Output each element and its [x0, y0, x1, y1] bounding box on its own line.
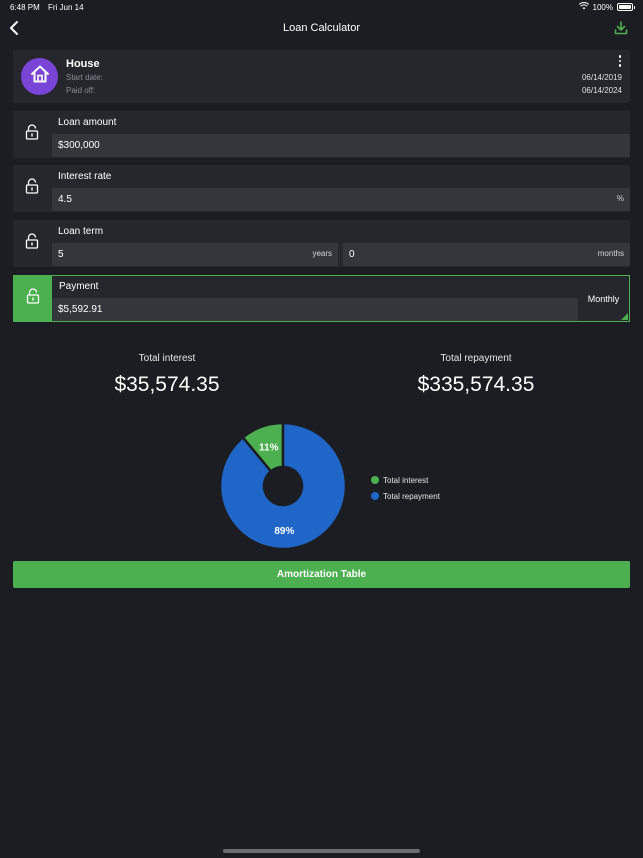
total-repayment-label: Total repayment — [440, 353, 512, 364]
unlock-icon — [25, 178, 39, 199]
total-interest-value: $35,574.35 — [114, 373, 220, 396]
legend-label-interest: Total interest — [383, 475, 429, 485]
lock-toggle-loan-amount[interactable] — [13, 111, 51, 158]
nav-bar: Loan Calculator — [0, 16, 643, 44]
loan-name: House — [66, 58, 100, 70]
legend-dot-interest — [371, 476, 379, 484]
interest-rate-input[interactable]: 4.5 % — [52, 188, 630, 211]
lock-toggle-interest-rate[interactable] — [13, 165, 51, 212]
pie-label-interest: 11% — [259, 442, 279, 453]
interest-rate-label: Interest rate — [58, 171, 112, 182]
home-indicator — [223, 849, 420, 853]
unlock-icon — [25, 233, 39, 254]
amortization-table-button[interactable]: Amortization Table — [13, 561, 630, 588]
legend-dot-repayment — [371, 492, 379, 500]
chart-legend: Total interest Total repayment — [371, 472, 440, 504]
pie-label-repayment: 89% — [274, 526, 294, 537]
loan-amount-label: Loan amount — [58, 117, 117, 128]
status-bar: 6:48 PM Fri Jun 14 100% — [0, 0, 643, 16]
wifi-icon — [578, 2, 589, 12]
dropdown-corner-icon — [621, 313, 628, 320]
percent-unit: % — [616, 194, 624, 203]
house-icon — [29, 63, 51, 90]
avatar — [21, 58, 58, 95]
paid-off-value: 06/14/2024 — [581, 86, 622, 95]
loan-amount-input[interactable]: $300,000 — [52, 134, 630, 157]
paid-off-label: Paid off: — [66, 86, 96, 95]
status-time: 6:48 PM — [10, 3, 40, 12]
total-repayment-value: $335,574.35 — [417, 373, 535, 396]
years-unit: years — [312, 249, 332, 258]
download-icon — [614, 20, 628, 40]
battery-icon — [617, 3, 635, 11]
battery-percent: 100% — [592, 2, 613, 12]
more-options-button[interactable] — [614, 54, 626, 68]
legend-item-interest: Total interest — [371, 472, 440, 488]
loan-card[interactable]: House Start date: Paid off: 06/14/2019 0… — [13, 50, 630, 103]
payment-frequency-value: Monthly — [587, 293, 620, 304]
payment-input[interactable]: $5,592.91 — [52, 298, 578, 321]
loan-term-years-input[interactable]: 5 years — [52, 243, 338, 266]
loan-term-years-value: 5 — [58, 249, 64, 260]
repayment-donut-chart: 11% 89% — [218, 421, 348, 551]
payment-row: Payment $5,592.91 Monthly — [13, 275, 630, 322]
interest-rate-row: Interest rate 4.5 % — [13, 165, 630, 212]
loan-term-label: Loan term — [58, 226, 104, 237]
lock-toggle-payment[interactable] — [13, 275, 52, 322]
status-indicators: 100% — [578, 2, 635, 12]
start-date-label: Start date: — [66, 73, 103, 82]
payment-frequency-select[interactable]: Monthly — [578, 276, 629, 321]
months-unit: months — [597, 249, 624, 258]
status-date: Fri Jun 14 — [48, 3, 84, 12]
payment-label: Payment — [59, 281, 99, 292]
more-vertical-icon — [618, 55, 622, 58]
loan-amount-row: Loan amount $300,000 — [13, 111, 630, 158]
loan-amount-value: $300,000 — [58, 140, 100, 151]
loan-term-months-value: 0 — [349, 249, 355, 260]
unlock-icon — [26, 288, 40, 309]
download-button[interactable] — [611, 20, 631, 40]
unlock-icon — [25, 124, 39, 145]
legend-item-repayment: Total repayment — [371, 488, 440, 504]
lock-toggle-loan-term[interactable] — [13, 220, 51, 267]
page-title: Loan Calculator — [282, 22, 361, 34]
total-interest-label: Total interest — [138, 353, 196, 364]
interest-rate-value: 4.5 — [58, 194, 72, 205]
legend-label-repayment: Total repayment — [383, 491, 440, 501]
start-date-value: 06/14/2019 — [581, 73, 622, 82]
loan-term-row: Loan term 5 years 0 months — [13, 220, 630, 267]
loan-term-months-input[interactable]: 0 months — [343, 243, 630, 266]
payment-value: $5,592.91 — [58, 304, 103, 315]
